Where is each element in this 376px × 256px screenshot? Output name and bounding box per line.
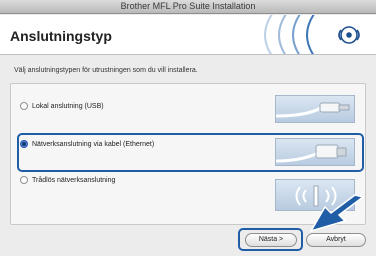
wireless-logo-icon bbox=[264, 15, 360, 54]
usb-cable-image bbox=[275, 95, 355, 123]
instruction-text: Välj anslutningstypen för utrustningen s… bbox=[14, 67, 198, 74]
page-title: Anslutningstyp bbox=[10, 28, 112, 44]
installer-window: Brother MFL Pro Suite Installation Anslu… bbox=[0, 0, 376, 256]
option-wireless-label: Trådlös nätverksanslutning bbox=[32, 176, 116, 184]
cancel-button[interactable]: Avbryt bbox=[306, 233, 366, 247]
radio-wireless[interactable] bbox=[20, 176, 28, 184]
pointer-arrow-icon bbox=[309, 194, 365, 233]
option-wireless[interactable]: Trådlös nätverksanslutning bbox=[20, 174, 115, 186]
title-bar: Brother MFL Pro Suite Installation bbox=[0, 0, 376, 14]
option-usb-label: Lokal anslutning (USB) bbox=[32, 102, 104, 110]
next-button[interactable]: Nästa > bbox=[245, 233, 297, 247]
selection-highlight bbox=[17, 133, 364, 172]
radio-usb[interactable] bbox=[20, 102, 28, 110]
window-title: Brother MFL Pro Suite Installation bbox=[120, 1, 256, 11]
header-banner: Anslutningstyp bbox=[0, 15, 376, 55]
option-usb[interactable]: Lokal anslutning (USB) bbox=[20, 100, 104, 112]
